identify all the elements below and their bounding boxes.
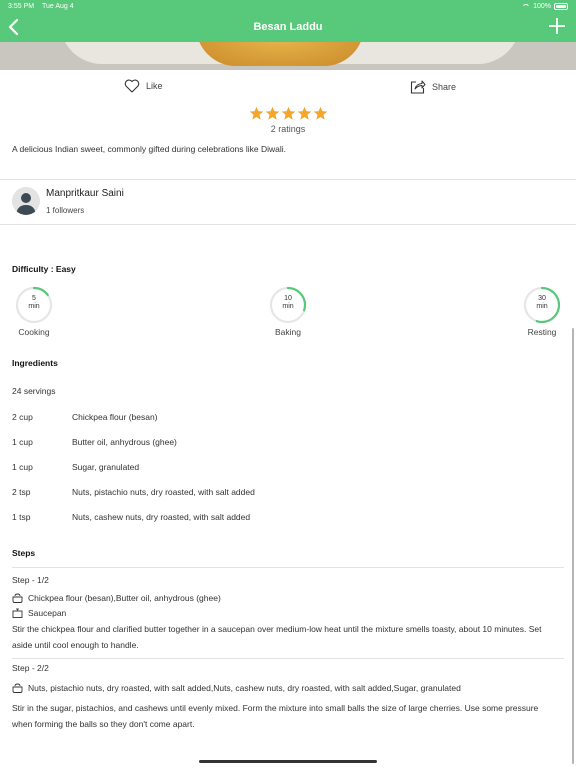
- ingredient-name: Nuts, cashew nuts, dry roasted, with sal…: [72, 512, 251, 522]
- timer-baking: 10 min Baking: [268, 285, 308, 337]
- timer-label: Resting: [527, 327, 557, 337]
- ingredient-qty: 1 cup: [12, 437, 33, 447]
- timer-cooking: 5 min Cooking: [14, 285, 54, 337]
- share-icon: [410, 80, 426, 94]
- divider: [12, 658, 564, 659]
- share-button[interactable]: Share: [410, 79, 456, 94]
- star-icon: [281, 106, 295, 120]
- star-icon: [265, 106, 279, 120]
- scrollbar[interactable]: [572, 328, 574, 764]
- home-indicator[interactable]: [199, 760, 377, 763]
- status-time: 3:55 PM: [8, 3, 35, 10]
- step-instructions: Stir in the sugar, pistachios, and cashe…: [12, 703, 539, 729]
- plus-icon: [549, 18, 565, 34]
- battery-icon: [554, 3, 568, 10]
- like-button[interactable]: Like: [124, 79, 163, 93]
- navigation-bar: 3:55 PM Tue Aug 4 100% Besan Laddu: [0, 0, 576, 42]
- star-icon: [249, 106, 263, 120]
- ingredient-qty: 1 tsp: [12, 512, 31, 522]
- wifi-icon: [522, 3, 531, 10]
- person-icon: [16, 193, 36, 215]
- page-title: Besan Laddu: [253, 21, 323, 33]
- divider: [12, 567, 564, 568]
- ingredient-qty: 1 cup: [12, 462, 33, 472]
- step-instructions: Stir the chickpea flour and clarified bu…: [12, 624, 542, 650]
- ingredient-qty: 2 tsp: [12, 487, 31, 497]
- laddu-graphic: [196, 42, 364, 66]
- action-bar: Like Share: [0, 76, 576, 98]
- ratings-count: 2 ratings: [270, 124, 306, 134]
- timer-resting: 30 min Resting: [522, 285, 562, 337]
- star-icon: [297, 106, 311, 120]
- status-right: 100%: [522, 3, 568, 10]
- timer-value: 10 min: [282, 295, 294, 310]
- timer-value: 30 min: [536, 295, 548, 310]
- divider: [0, 179, 576, 180]
- bowl-icon: [12, 683, 23, 693]
- battery-percent: 100%: [533, 3, 551, 10]
- ingredient-name: Nuts, pistachio nuts, dry roasted, with …: [72, 487, 255, 497]
- step-ingredients: Nuts, pistachio nuts, dry roasted, with …: [12, 683, 564, 693]
- star-icon: [313, 106, 327, 120]
- step-label: Step - 2/2: [12, 663, 49, 673]
- ingredient-name: Chickpea flour (besan): [72, 412, 158, 422]
- avatar[interactable]: [12, 187, 40, 215]
- author-name[interactable]: Manpritkaur Saini: [46, 188, 124, 199]
- followers-count: 1 followers: [46, 206, 85, 215]
- status-date: Tue Aug 4: [42, 3, 74, 10]
- timer-value: 5 min: [28, 295, 40, 310]
- step-ingredients-text: Chickpea flour (besan),Butter oil, anhyd…: [28, 593, 221, 603]
- recipe-description: A delicious Indian sweet, commonly gifte…: [12, 144, 287, 154]
- add-button[interactable]: [548, 17, 566, 35]
- difficulty-label: Difficulty : Easy: [12, 264, 76, 274]
- like-label: Like: [146, 81, 163, 91]
- share-label: Share: [432, 81, 457, 92]
- star-rating[interactable]: [0, 106, 576, 121]
- step-tool: Saucepan: [12, 608, 564, 618]
- step-ingredients: Chickpea flour (besan),Butter oil, anhyd…: [12, 593, 564, 603]
- step-ingredients-text: Nuts, pistachio nuts, dry roasted, with …: [28, 683, 461, 693]
- servings-count[interactable]: 24 servings: [12, 386, 55, 396]
- timer-label: Baking: [275, 327, 301, 337]
- timer-label: Cooking: [18, 327, 50, 337]
- bowl-icon: [12, 593, 23, 603]
- ingredient-name: Sugar, granulated: [72, 462, 140, 472]
- ingredient-qty: 2 cup: [12, 412, 33, 422]
- step-tool-text: Saucepan: [28, 608, 67, 618]
- status-bar: 3:55 PM Tue Aug 4 100%: [0, 0, 576, 14]
- saucepan-icon: [12, 608, 23, 618]
- ingredient-name: Butter oil, anhydrous (ghee): [72, 437, 177, 447]
- recipe-image: [0, 42, 576, 70]
- steps-heading: Steps: [12, 548, 36, 558]
- step-label: Step - 1/2: [12, 575, 49, 585]
- ingredients-heading: Ingredients: [12, 358, 58, 368]
- heart-icon: [124, 79, 140, 93]
- divider: [0, 224, 576, 225]
